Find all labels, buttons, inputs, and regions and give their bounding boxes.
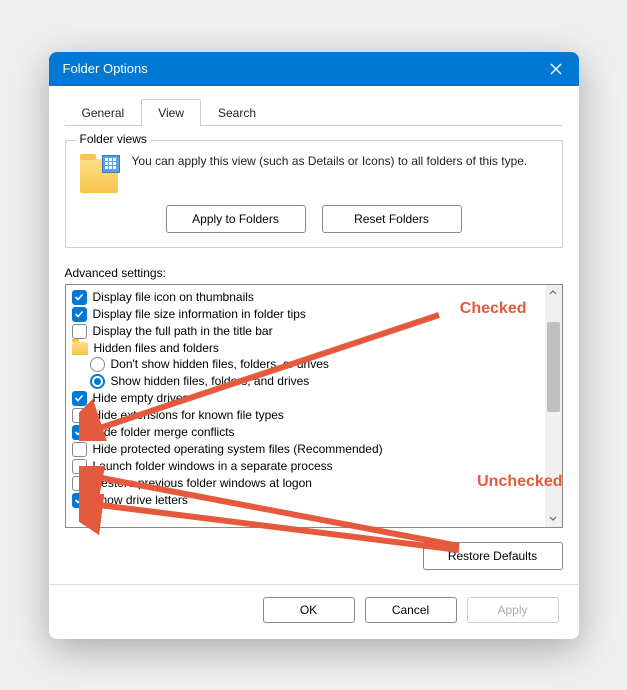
setting-label: Display the full path in the title bar xyxy=(93,324,273,338)
setting-show-drive-letters[interactable]: Show drive letters xyxy=(72,492,539,509)
setting-label: Display file size information in folder … xyxy=(93,307,306,321)
checkbox-unchecked-icon[interactable] xyxy=(72,442,87,457)
setting-hidden-radio-hide[interactable]: Don't show hidden files, folders, or dri… xyxy=(72,356,539,373)
advanced-settings-label: Advanced settings: xyxy=(65,266,563,280)
apply-to-folders-button[interactable]: Apply to Folders xyxy=(166,205,306,233)
scrollbar-thumb[interactable] xyxy=(547,322,560,412)
setting-hide-folder-merge[interactable]: Hide folder merge conflicts xyxy=(72,424,539,441)
checkbox-unchecked-icon[interactable] xyxy=(72,408,87,423)
radio-selected-icon[interactable] xyxy=(90,374,105,389)
checkbox-checked-icon[interactable] xyxy=(72,493,87,508)
checkbox-unchecked-icon[interactable] xyxy=(72,459,87,474)
setting-label: Hidden files and folders xyxy=(94,341,219,355)
tab-general[interactable]: General xyxy=(65,99,142,126)
checkbox-checked-icon[interactable] xyxy=(72,307,87,322)
advanced-settings-box: Display file icon on thumbnails Display … xyxy=(65,284,563,528)
setting-hide-extensions[interactable]: Hide extensions for known file types xyxy=(72,407,539,424)
setting-hide-empty-drives[interactable]: Hide empty drives xyxy=(72,390,539,407)
cancel-button[interactable]: Cancel xyxy=(365,597,457,623)
scrollbar-track[interactable] xyxy=(545,302,562,510)
scrollbar[interactable] xyxy=(545,285,562,527)
window-title: Folder Options xyxy=(63,61,533,76)
setting-label: Hide empty drives xyxy=(93,391,189,405)
apply-button[interactable]: Apply xyxy=(467,597,559,623)
setting-launch-separate-process[interactable]: Launch folder windows in a separate proc… xyxy=(72,458,539,475)
dialog-body: General View Search Folder views You can… xyxy=(49,86,579,639)
checkbox-unchecked-icon[interactable] xyxy=(72,324,87,339)
setting-hide-protected-os[interactable]: Hide protected operating system files (R… xyxy=(72,441,539,458)
setting-display-full-path[interactable]: Display the full path in the title bar xyxy=(72,323,539,340)
tab-search[interactable]: Search xyxy=(201,99,273,126)
setting-label: Restore previous folder windows at logon xyxy=(93,476,312,490)
setting-hidden-radio-show[interactable]: Show hidden files, folders, and drives xyxy=(72,373,539,390)
ok-button[interactable]: OK xyxy=(263,597,355,623)
advanced-settings-list[interactable]: Display file icon on thumbnails Display … xyxy=(66,285,545,527)
footer-buttons: OK Cancel Apply xyxy=(65,585,563,623)
folder-icon xyxy=(72,342,88,355)
setting-hidden-files-folder[interactable]: Hidden files and folders xyxy=(72,340,539,356)
checkbox-checked-icon[interactable] xyxy=(72,290,87,305)
setting-label: Launch folder windows in a separate proc… xyxy=(93,459,333,473)
checkbox-checked-icon[interactable] xyxy=(72,391,87,406)
scroll-up-button[interactable] xyxy=(545,285,562,302)
radio-unselected-icon[interactable] xyxy=(90,357,105,372)
setting-label: Hide folder merge conflicts xyxy=(93,425,235,439)
folder-views-desc: You can apply this view (such as Details… xyxy=(132,153,528,193)
reset-folders-button[interactable]: Reset Folders xyxy=(322,205,462,233)
folder-views-icon xyxy=(80,153,120,193)
setting-label: Hide extensions for known file types xyxy=(93,408,284,422)
close-button[interactable] xyxy=(533,52,579,86)
setting-display-file-icon[interactable]: Display file icon on thumbnails xyxy=(72,289,539,306)
folder-options-dialog: Folder Options General View Search Folde… xyxy=(49,52,579,639)
setting-label: Display file icon on thumbnails xyxy=(93,290,254,304)
restore-defaults-button[interactable]: Restore Defaults xyxy=(423,542,563,570)
tab-strip: General View Search xyxy=(65,98,563,126)
scroll-down-button[interactable] xyxy=(545,510,562,527)
setting-label: Show hidden files, folders, and drives xyxy=(111,374,310,388)
close-icon xyxy=(550,63,562,75)
setting-label: Show drive letters xyxy=(93,493,188,507)
setting-label: Don't show hidden files, folders, or dri… xyxy=(111,357,329,371)
checkbox-unchecked-icon[interactable] xyxy=(72,476,87,491)
folder-views-group: Folder views You can apply this view (su… xyxy=(65,140,563,248)
tab-view[interactable]: View xyxy=(141,99,201,126)
checkbox-checked-icon[interactable] xyxy=(72,425,87,440)
setting-restore-previous-windows[interactable]: Restore previous folder windows at logon xyxy=(72,475,539,492)
setting-display-file-size[interactable]: Display file size information in folder … xyxy=(72,306,539,323)
folder-views-legend: Folder views xyxy=(76,132,151,146)
setting-label: Hide protected operating system files (R… xyxy=(93,442,383,456)
titlebar: Folder Options xyxy=(49,52,579,86)
